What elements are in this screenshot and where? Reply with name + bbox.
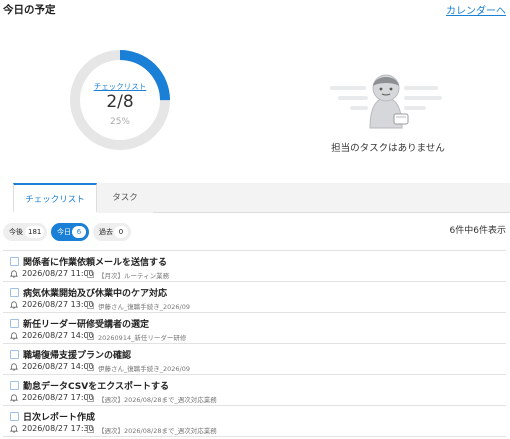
task-category: 伊藤さん_復職手続き_2026/09	[98, 303, 191, 311]
task-row[interactable]: 職場復帰支援プランの確認 2026/08/27 14:00 伊藤さん_復職手続き_2…	[3, 344, 506, 375]
filter-past-count: 0	[114, 226, 128, 238]
document-icon	[87, 270, 94, 278]
task-title[interactable]: 新任リーダー研修受講者の選定	[23, 317, 149, 330]
task-title[interactable]: 勤怠データCSVをエクスポートする	[23, 379, 169, 392]
task-due-date: 2026/08/27 17:00	[22, 393, 94, 402]
progress-ratio: 2/8	[106, 92, 134, 112]
task-title[interactable]: 職場復帰支援プランの確認	[23, 348, 131, 361]
header: 今日の予定 カレンダーへ	[0, 0, 510, 17]
bell-icon	[10, 270, 18, 278]
task-due-date: 2026/08/27 14:00	[22, 362, 94, 371]
task-row[interactable]: 病気休業開始及び休業中のケア対応 2026/08/27 13:00 伊藤さん_復職手…	[3, 282, 506, 313]
document-icon	[87, 332, 94, 340]
filter-upcoming[interactable]: 今後 181	[3, 223, 47, 241]
task-checkbox[interactable]	[10, 257, 19, 266]
bell-icon	[10, 363, 18, 371]
bell-icon	[10, 394, 18, 402]
bell-icon	[10, 332, 18, 340]
calendar-link[interactable]: カレンダーへ	[446, 2, 506, 17]
task-checkbox[interactable]	[10, 319, 19, 328]
document-icon	[87, 301, 94, 309]
filter-today-count: 6	[72, 226, 86, 238]
task-category: 伊藤さん_復職手続き_2026/09	[98, 365, 191, 373]
task-title[interactable]: 日次レポート作成	[23, 410, 95, 423]
tab-checklist[interactable]: チェックリスト	[13, 183, 97, 213]
tab-tasks[interactable]: タスク	[97, 183, 153, 213]
task-title[interactable]: 関係者に作業依頼メールを送信する	[23, 255, 167, 268]
filter-upcoming-label: 今後	[9, 228, 23, 236]
progress-percent: 25%	[109, 117, 130, 127]
page-title: 今日の予定	[3, 4, 56, 16]
document-icon	[87, 363, 94, 371]
task-category: 【週次】2026/08/28まで_週次対応業務	[98, 427, 217, 435]
task-checkbox[interactable]	[10, 381, 19, 390]
task-due-date: 2026/08/27 11:00	[22, 269, 94, 278]
task-list: 関係者に作業依頼メールを送信する 2026/08/27 11:00 【月次】ルーティ…	[3, 250, 506, 437]
task-checkbox[interactable]	[10, 350, 19, 359]
result-count: 6件中6件表示	[449, 226, 506, 236]
filter-today[interactable]: 今日 6	[51, 223, 89, 241]
checklist-link[interactable]: チェックリスト	[66, 81, 174, 92]
task-checkbox[interactable]	[10, 288, 19, 297]
person-empty-icon	[330, 74, 442, 129]
filter-upcoming-count: 181	[25, 226, 45, 238]
tab-bar: チェックリスト タスク	[13, 183, 510, 213]
task-category: 20260914_新任リーダー研修	[98, 334, 187, 342]
task-title[interactable]: 病気休業開始及び休業中のケア対応	[23, 286, 167, 299]
bell-icon	[10, 425, 18, 433]
document-icon	[87, 394, 94, 402]
task-due-date: 2026/08/27 17:30	[22, 424, 94, 433]
filter-today-label: 今日	[57, 228, 71, 236]
tab-bar-background	[153, 183, 510, 212]
task-row[interactable]: 新任リーダー研修受講者の選定 2026/08/27 14:00 20260914_新…	[3, 313, 506, 344]
task-category: 【週次】2026/08/28まで_週次対応業務	[98, 396, 217, 404]
task-checkbox[interactable]	[10, 412, 19, 421]
task-row[interactable]: 関係者に作業依頼メールを送信する 2026/08/27 11:00 【月次】ルーティ…	[3, 251, 506, 282]
task-row[interactable]: 勤怠データCSVをエクスポートする 2026/08/27 17:00 【週次】202…	[3, 375, 506, 406]
empty-state-text: 担当のタスクはありません	[331, 143, 445, 154]
task-row[interactable]: 日次レポート作成 2026/08/27 17:30 【週次】2026/08/28まで…	[3, 406, 506, 437]
filter-past-label: 過去	[99, 228, 113, 236]
task-due-date: 2026/08/27 13:00	[22, 300, 94, 309]
task-category: 【月次】ルーティン業務	[98, 272, 170, 280]
document-icon	[87, 425, 94, 433]
task-due-date: 2026/08/27 14:00	[22, 331, 94, 340]
filter-past[interactable]: 過去 0	[93, 223, 131, 241]
bell-icon	[10, 301, 18, 309]
